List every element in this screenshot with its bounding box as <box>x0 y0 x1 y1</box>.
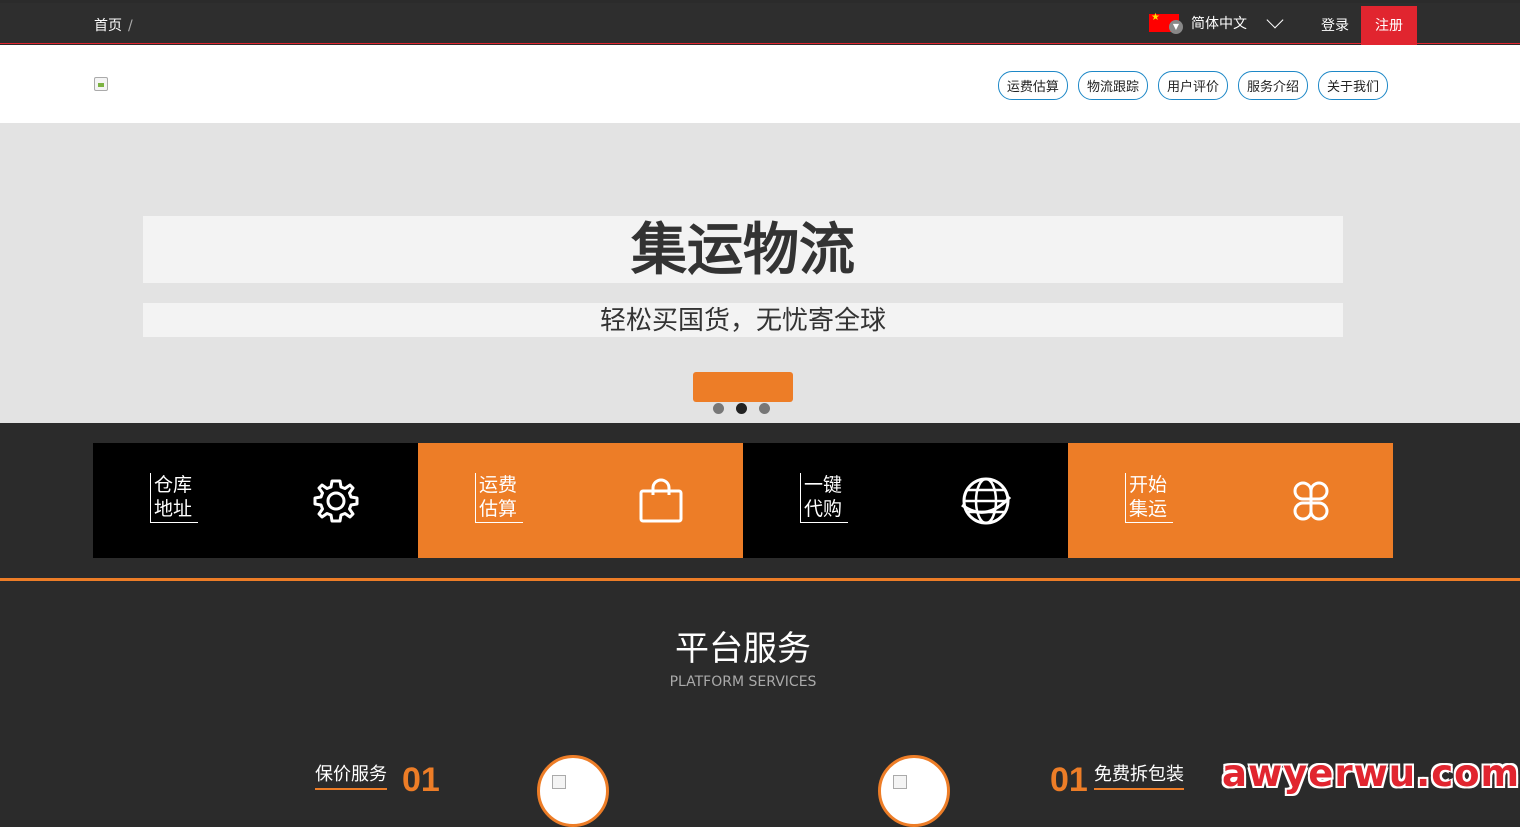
service-number: 01 <box>1050 761 1088 799</box>
tile-label: 运费 估算 <box>475 473 523 523</box>
globe-icon <box>961 477 1012 525</box>
carousel-dot[interactable] <box>713 403 724 414</box>
tile-label: 一键 代购 <box>800 473 848 523</box>
tile-warehouse-address[interactable]: 仓库 地址 <box>93 443 418 558</box>
tile-freight-estimate[interactable]: 运费 估算 <box>418 443 743 558</box>
platform-services-title: 平台服务 <box>675 629 811 669</box>
carousel-dots <box>713 403 770 414</box>
chevron-down-icon <box>1266 11 1284 29</box>
top-bar: 首页 / ★ ▼ 简体中文 登录 注册 <box>0 3 1520 46</box>
nav-item-freight-estimate[interactable]: 运费估算 <box>997 71 1068 100</box>
service-insurance-label: 保价服务 <box>315 760 387 790</box>
carousel-dot-active[interactable] <box>736 403 747 414</box>
tile-one-click-purchase[interactable]: 一键 代购 <box>743 443 1068 558</box>
gear-icon <box>313 479 359 523</box>
service-number: 01 <box>402 761 440 799</box>
breadcrumb: 首页 / <box>94 15 133 35</box>
carousel-dot[interactable] <box>759 403 770 414</box>
section-divider <box>0 578 1520 581</box>
site-header: 运费估算 物流跟踪 用户评价 服务介绍 关于我们 <box>0 45 1520 123</box>
quick-tiles: 仓库 地址 运费 估算 一键 代购 开始 集运 <box>93 443 1393 558</box>
nav-item-logistics-tracking[interactable]: 物流跟踪 <box>1077 71 1148 100</box>
china-flag-icon: ★ ▼ <box>1149 12 1183 34</box>
register-button[interactable]: 注册 <box>1361 6 1417 46</box>
broken-image-icon <box>552 775 566 789</box>
nav-item-user-reviews[interactable]: 用户评价 <box>1157 71 1228 100</box>
broken-image-icon <box>893 775 907 789</box>
hero-title: 集运物流 <box>143 216 1343 283</box>
hero-cta-button[interactable] <box>693 372 793 402</box>
main-nav: 运费估算 物流跟踪 用户评价 服务介绍 关于我们 <box>997 71 1388 100</box>
platform-services-subtitle: PLATFORM SERVICES <box>669 674 817 690</box>
tile-label: 开始 集运 <box>1125 473 1173 523</box>
service-free-unpacking-label: 免费拆包装 <box>1094 760 1184 790</box>
language-label: 简体中文 <box>1191 16 1247 32</box>
nav-item-about-us[interactable]: 关于我们 <box>1317 71 1388 100</box>
hero-subtitle: 轻松买国货，无忧寄全球 <box>143 303 1343 337</box>
nav-item-service-intro[interactable]: 服务介绍 <box>1237 71 1308 100</box>
service-image-circle <box>537 755 609 827</box>
watermark: awyerwu.com <box>1222 752 1520 795</box>
hero-banner: 集运物流 轻松买国货，无忧寄全球 <box>0 123 1520 423</box>
language-selector[interactable]: ★ ▼ 简体中文 <box>1149 11 1284 34</box>
logo-broken-image-icon[interactable] <box>94 77 108 91</box>
tile-label: 仓库 地址 <box>150 473 198 523</box>
breadcrumb-separator: / <box>128 18 133 34</box>
login-link[interactable]: 登录 <box>1321 15 1349 35</box>
tile-start-consolidation[interactable]: 开始 集运 <box>1068 443 1393 558</box>
breadcrumb-home-link[interactable]: 首页 <box>94 18 122 34</box>
shopping-bag-icon <box>639 478 683 523</box>
clover-icon <box>1293 481 1329 521</box>
service-image-circle <box>878 755 950 827</box>
